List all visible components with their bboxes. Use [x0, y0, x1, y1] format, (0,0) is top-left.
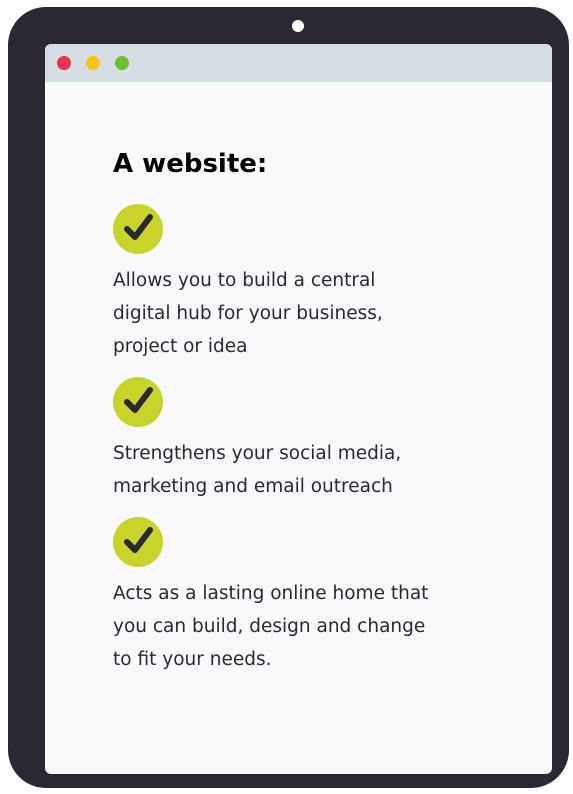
window-title-bar — [45, 44, 552, 82]
main-content: A website: Allows you to build a central… — [113, 144, 513, 690]
screen: A website: Allows you to build a central… — [45, 44, 552, 774]
list-item: Acts as a lasting online home that you c… — [113, 517, 513, 676]
close-dot-icon[interactable] — [57, 56, 71, 70]
check-icon — [113, 377, 163, 427]
camera-dot — [292, 20, 304, 32]
check-icon — [113, 517, 163, 567]
maximize-dot-icon[interactable] — [115, 56, 129, 70]
page-title: A website: — [113, 149, 268, 179]
list-item: Strengthens your social media, marketing… — [113, 377, 513, 503]
list-item: Allows you to build a central digital hu… — [113, 204, 513, 363]
list-item-text: Allows you to build a central digital hu… — [113, 270, 383, 357]
list-item-text: Acts as a lasting online home that you c… — [113, 583, 429, 670]
list-item-text: Strengthens your social media, marketing… — [113, 443, 402, 497]
tablet-frame: A website: Allows you to build a central… — [8, 7, 569, 788]
minimize-dot-icon[interactable] — [86, 56, 100, 70]
check-icon — [113, 204, 163, 254]
